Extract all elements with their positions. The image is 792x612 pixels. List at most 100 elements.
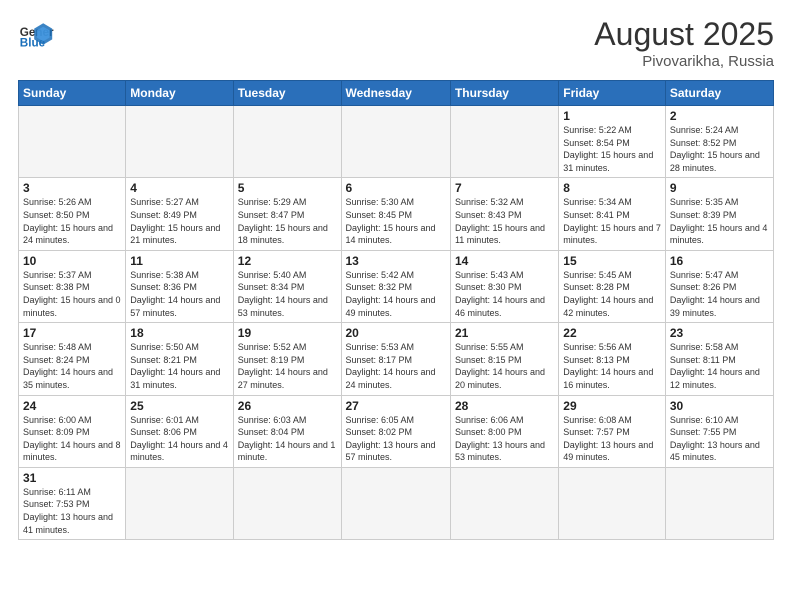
cell-1-0: 3Sunrise: 5:26 AM Sunset: 8:50 PM Daylig… xyxy=(19,178,126,250)
day-info-18: Sunrise: 5:50 AM Sunset: 8:21 PM Dayligh… xyxy=(130,341,228,391)
cell-5-3 xyxy=(341,467,450,539)
day-number-13: 13 xyxy=(346,254,446,268)
col-saturday: Saturday xyxy=(665,81,773,106)
day-info-1: Sunrise: 5:22 AM Sunset: 8:54 PM Dayligh… xyxy=(563,124,661,174)
day-info-2: Sunrise: 5:24 AM Sunset: 8:52 PM Dayligh… xyxy=(670,124,769,174)
logo: General Blue xyxy=(18,16,54,52)
cell-0-1 xyxy=(126,106,233,178)
cell-2-0: 10Sunrise: 5:37 AM Sunset: 8:38 PM Dayli… xyxy=(19,250,126,322)
cell-3-5: 22Sunrise: 5:56 AM Sunset: 8:13 PM Dayli… xyxy=(559,323,666,395)
week-row-2: 10Sunrise: 5:37 AM Sunset: 8:38 PM Dayli… xyxy=(19,250,774,322)
day-info-10: Sunrise: 5:37 AM Sunset: 8:38 PM Dayligh… xyxy=(23,269,121,319)
day-number-1: 1 xyxy=(563,109,661,123)
week-row-5: 31Sunrise: 6:11 AM Sunset: 7:53 PM Dayli… xyxy=(19,467,774,539)
cell-3-0: 17Sunrise: 5:48 AM Sunset: 8:24 PM Dayli… xyxy=(19,323,126,395)
cell-1-6: 9Sunrise: 5:35 AM Sunset: 8:39 PM Daylig… xyxy=(665,178,773,250)
day-info-22: Sunrise: 5:56 AM Sunset: 8:13 PM Dayligh… xyxy=(563,341,661,391)
day-info-30: Sunrise: 6:10 AM Sunset: 7:55 PM Dayligh… xyxy=(670,414,769,464)
cell-5-6 xyxy=(665,467,773,539)
day-info-4: Sunrise: 5:27 AM Sunset: 8:49 PM Dayligh… xyxy=(130,196,228,246)
cell-2-2: 12Sunrise: 5:40 AM Sunset: 8:34 PM Dayli… xyxy=(233,250,341,322)
day-number-25: 25 xyxy=(130,399,228,413)
day-number-5: 5 xyxy=(238,181,337,195)
day-info-24: Sunrise: 6:00 AM Sunset: 8:09 PM Dayligh… xyxy=(23,414,121,464)
day-number-8: 8 xyxy=(563,181,661,195)
day-info-31: Sunrise: 6:11 AM Sunset: 7:53 PM Dayligh… xyxy=(23,486,121,536)
cell-1-5: 8Sunrise: 5:34 AM Sunset: 8:41 PM Daylig… xyxy=(559,178,666,250)
day-info-12: Sunrise: 5:40 AM Sunset: 8:34 PM Dayligh… xyxy=(238,269,337,319)
cell-5-1 xyxy=(126,467,233,539)
logo-icon: General Blue xyxy=(18,16,54,52)
day-info-7: Sunrise: 5:32 AM Sunset: 8:43 PM Dayligh… xyxy=(455,196,554,246)
day-number-16: 16 xyxy=(670,254,769,268)
cell-2-3: 13Sunrise: 5:42 AM Sunset: 8:32 PM Dayli… xyxy=(341,250,450,322)
day-header-row: Sunday Monday Tuesday Wednesday Thursday… xyxy=(19,81,774,106)
cell-5-5 xyxy=(559,467,666,539)
week-row-1: 3Sunrise: 5:26 AM Sunset: 8:50 PM Daylig… xyxy=(19,178,774,250)
cell-0-0 xyxy=(19,106,126,178)
cell-3-1: 18Sunrise: 5:50 AM Sunset: 8:21 PM Dayli… xyxy=(126,323,233,395)
cell-4-5: 29Sunrise: 6:08 AM Sunset: 7:57 PM Dayli… xyxy=(559,395,666,467)
cell-0-3 xyxy=(341,106,450,178)
cell-4-1: 25Sunrise: 6:01 AM Sunset: 8:06 PM Dayli… xyxy=(126,395,233,467)
day-info-8: Sunrise: 5:34 AM Sunset: 8:41 PM Dayligh… xyxy=(563,196,661,246)
day-number-21: 21 xyxy=(455,326,554,340)
col-monday: Monday xyxy=(126,81,233,106)
day-number-4: 4 xyxy=(130,181,228,195)
day-number-14: 14 xyxy=(455,254,554,268)
day-info-28: Sunrise: 6:06 AM Sunset: 8:00 PM Dayligh… xyxy=(455,414,554,464)
day-info-20: Sunrise: 5:53 AM Sunset: 8:17 PM Dayligh… xyxy=(346,341,446,391)
day-info-11: Sunrise: 5:38 AM Sunset: 8:36 PM Dayligh… xyxy=(130,269,228,319)
cell-5-2 xyxy=(233,467,341,539)
day-number-26: 26 xyxy=(238,399,337,413)
day-info-15: Sunrise: 5:45 AM Sunset: 8:28 PM Dayligh… xyxy=(563,269,661,319)
day-number-28: 28 xyxy=(455,399,554,413)
day-info-5: Sunrise: 5:29 AM Sunset: 8:47 PM Dayligh… xyxy=(238,196,337,246)
cell-0-6: 2Sunrise: 5:24 AM Sunset: 8:52 PM Daylig… xyxy=(665,106,773,178)
cell-3-3: 20Sunrise: 5:53 AM Sunset: 8:17 PM Dayli… xyxy=(341,323,450,395)
cell-4-4: 28Sunrise: 6:06 AM Sunset: 8:00 PM Dayli… xyxy=(450,395,558,467)
cell-4-6: 30Sunrise: 6:10 AM Sunset: 7:55 PM Dayli… xyxy=(665,395,773,467)
cell-2-1: 11Sunrise: 5:38 AM Sunset: 8:36 PM Dayli… xyxy=(126,250,233,322)
day-number-18: 18 xyxy=(130,326,228,340)
page: General Blue August 2025 Pivovarikha, Ru… xyxy=(0,0,792,612)
day-info-13: Sunrise: 5:42 AM Sunset: 8:32 PM Dayligh… xyxy=(346,269,446,319)
cell-1-1: 4Sunrise: 5:27 AM Sunset: 8:49 PM Daylig… xyxy=(126,178,233,250)
day-number-19: 19 xyxy=(238,326,337,340)
day-number-27: 27 xyxy=(346,399,446,413)
day-info-14: Sunrise: 5:43 AM Sunset: 8:30 PM Dayligh… xyxy=(455,269,554,319)
week-row-3: 17Sunrise: 5:48 AM Sunset: 8:24 PM Dayli… xyxy=(19,323,774,395)
week-row-4: 24Sunrise: 6:00 AM Sunset: 8:09 PM Dayli… xyxy=(19,395,774,467)
day-number-12: 12 xyxy=(238,254,337,268)
day-number-3: 3 xyxy=(23,181,121,195)
col-sunday: Sunday xyxy=(19,81,126,106)
day-info-17: Sunrise: 5:48 AM Sunset: 8:24 PM Dayligh… xyxy=(23,341,121,391)
cell-4-3: 27Sunrise: 6:05 AM Sunset: 8:02 PM Dayli… xyxy=(341,395,450,467)
day-number-17: 17 xyxy=(23,326,121,340)
day-info-3: Sunrise: 5:26 AM Sunset: 8:50 PM Dayligh… xyxy=(23,196,121,246)
cell-5-0: 31Sunrise: 6:11 AM Sunset: 7:53 PM Dayli… xyxy=(19,467,126,539)
col-wednesday: Wednesday xyxy=(341,81,450,106)
cell-0-5: 1Sunrise: 5:22 AM Sunset: 8:54 PM Daylig… xyxy=(559,106,666,178)
cell-4-0: 24Sunrise: 6:00 AM Sunset: 8:09 PM Dayli… xyxy=(19,395,126,467)
day-info-21: Sunrise: 5:55 AM Sunset: 8:15 PM Dayligh… xyxy=(455,341,554,391)
day-info-16: Sunrise: 5:47 AM Sunset: 8:26 PM Dayligh… xyxy=(670,269,769,319)
cell-2-6: 16Sunrise: 5:47 AM Sunset: 8:26 PM Dayli… xyxy=(665,250,773,322)
day-info-29: Sunrise: 6:08 AM Sunset: 7:57 PM Dayligh… xyxy=(563,414,661,464)
day-number-7: 7 xyxy=(455,181,554,195)
day-info-26: Sunrise: 6:03 AM Sunset: 8:04 PM Dayligh… xyxy=(238,414,337,464)
day-number-11: 11 xyxy=(130,254,228,268)
cell-5-4 xyxy=(450,467,558,539)
day-number-24: 24 xyxy=(23,399,121,413)
cell-4-2: 26Sunrise: 6:03 AM Sunset: 8:04 PM Dayli… xyxy=(233,395,341,467)
day-info-27: Sunrise: 6:05 AM Sunset: 8:02 PM Dayligh… xyxy=(346,414,446,464)
cell-0-4 xyxy=(450,106,558,178)
day-info-19: Sunrise: 5:52 AM Sunset: 8:19 PM Dayligh… xyxy=(238,341,337,391)
cell-1-4: 7Sunrise: 5:32 AM Sunset: 8:43 PM Daylig… xyxy=(450,178,558,250)
cell-1-2: 5Sunrise: 5:29 AM Sunset: 8:47 PM Daylig… xyxy=(233,178,341,250)
day-number-31: 31 xyxy=(23,471,121,485)
calendar-body: 1Sunrise: 5:22 AM Sunset: 8:54 PM Daylig… xyxy=(19,106,774,540)
col-friday: Friday xyxy=(559,81,666,106)
day-info-25: Sunrise: 6:01 AM Sunset: 8:06 PM Dayligh… xyxy=(130,414,228,464)
day-number-22: 22 xyxy=(563,326,661,340)
